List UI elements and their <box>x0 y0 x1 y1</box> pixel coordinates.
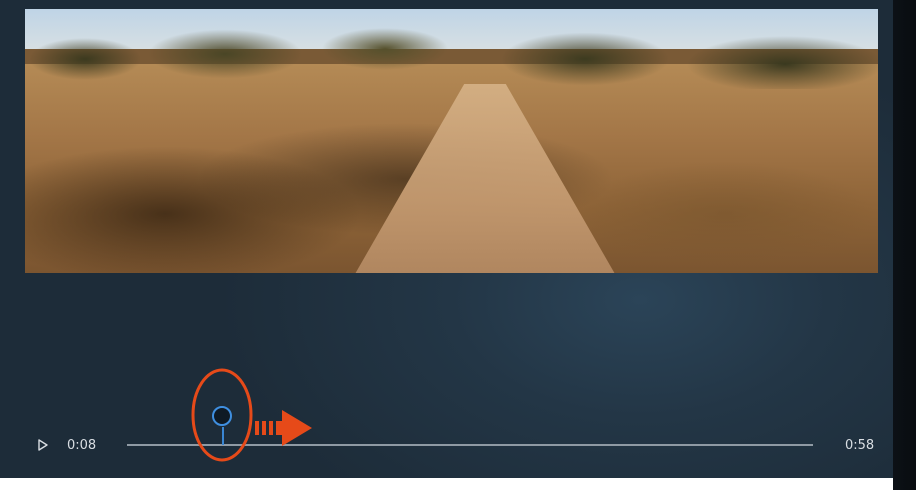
playback-controls: 0:08 0:58 <box>0 406 893 470</box>
play-button[interactable] <box>35 437 51 455</box>
window-edge <box>893 0 916 490</box>
video-frame[interactable] <box>25 9 878 273</box>
current-time: 0:08 <box>67 438 97 453</box>
seek-thumb-stem <box>222 427 224 445</box>
video-trees <box>25 19 878 89</box>
seek-thumb[interactable] <box>212 406 232 426</box>
seek-bar[interactable] <box>127 444 813 446</box>
media-player-window: 0:08 0:58 <box>0 0 893 490</box>
bottom-strip <box>0 478 893 490</box>
total-time: 0:58 <box>845 438 875 453</box>
play-icon <box>38 438 48 451</box>
